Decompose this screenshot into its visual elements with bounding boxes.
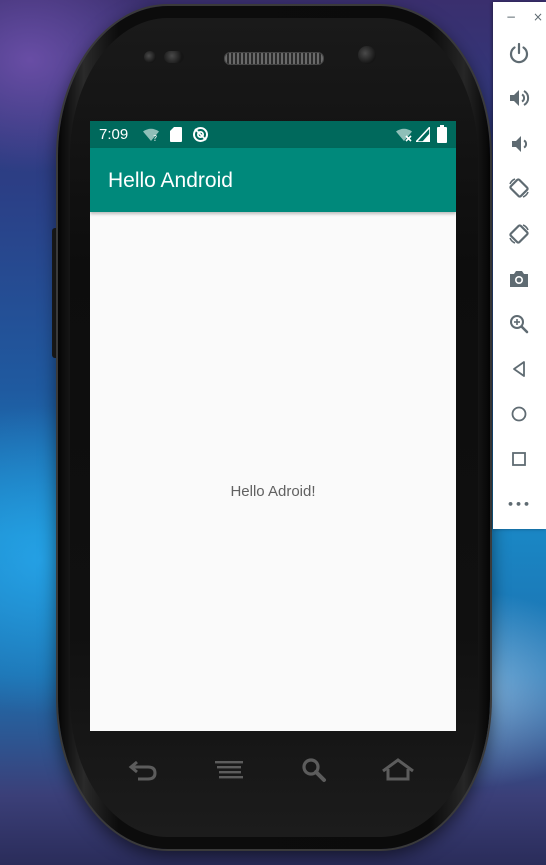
rotate-left-button[interactable]: [506, 175, 532, 201]
svg-text:?: ?: [153, 134, 157, 142]
search-key-icon[interactable]: [297, 756, 331, 784]
screenshot-button[interactable]: [506, 266, 532, 292]
volume-up-icon: [510, 90, 530, 106]
close-button[interactable]: ×: [531, 10, 545, 24]
app-toolbar: Hello Android: [90, 148, 456, 212]
back-key-icon[interactable]: [126, 756, 160, 784]
volume-up-button[interactable]: [506, 85, 532, 111]
rotate-right-button[interactable]: [506, 221, 532, 247]
sync-disabled-icon: [193, 127, 208, 142]
sd-card-icon: [170, 127, 182, 142]
home-key-icon[interactable]: [381, 756, 415, 784]
wifi-off-icon: [396, 128, 412, 142]
rotate-left-icon: [509, 178, 529, 198]
earpiece-speaker: [224, 52, 324, 65]
status-time: 7:09: [99, 126, 129, 143]
volume-down-icon: [512, 136, 528, 152]
home-button[interactable]: [506, 401, 532, 427]
minimize-button[interactable]: −: [504, 10, 518, 24]
device-screen[interactable]: 7:09 ? Hello Android Hello Adroid!: [90, 121, 456, 731]
app-title: Hello Android: [108, 169, 233, 192]
power-icon: [509, 42, 529, 64]
signal-icon: [416, 127, 430, 142]
battery-icon: [437, 125, 447, 143]
status-bar: 7:09 ?: [90, 121, 456, 148]
menu-key-icon[interactable]: [212, 756, 246, 784]
proximity-sensor: [164, 51, 184, 63]
volume-down-button[interactable]: [506, 131, 532, 157]
wifi-question-icon: ?: [143, 128, 159, 142]
hello-message: Hello Adroid!: [230, 483, 316, 500]
back-button[interactable]: [506, 356, 532, 382]
rotate-right-icon: [509, 224, 529, 244]
power-button[interactable]: [506, 40, 532, 66]
zoom-button[interactable]: [506, 311, 532, 337]
emulator-toolbar: − × •••: [493, 2, 546, 529]
camera-icon: [510, 271, 528, 287]
more-icon: •••: [506, 497, 532, 511]
front-sensor: [144, 51, 156, 63]
more-button[interactable]: •••: [506, 491, 532, 517]
front-camera: [358, 46, 376, 64]
zoom-icon: [510, 315, 529, 334]
overview-icon: [512, 452, 526, 466]
home-icon: [511, 406, 527, 422]
back-icon: [513, 361, 525, 377]
overview-button[interactable]: [506, 446, 532, 472]
